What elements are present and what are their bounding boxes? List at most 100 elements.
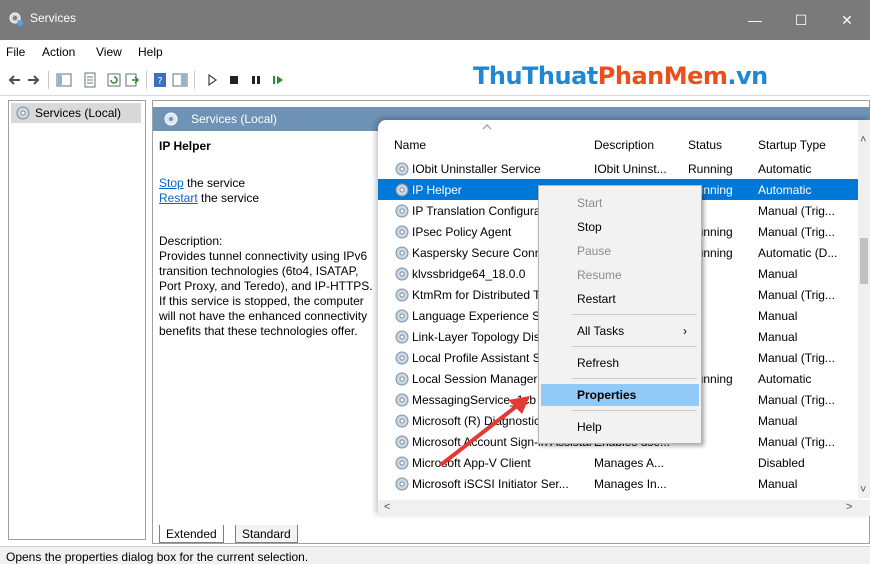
- services-gear-icon: [164, 112, 178, 126]
- cell-startup-type: Automatic: [758, 183, 812, 197]
- column-header-description[interactable]: Description: [594, 138, 654, 152]
- service-gear-icon: [395, 477, 409, 491]
- scroll-right-icon[interactable]: >: [846, 501, 852, 513]
- stop-link-text: the service: [183, 176, 246, 190]
- start-service-icon[interactable]: [204, 72, 220, 88]
- window-title: Services: [30, 11, 77, 25]
- menu-item-help[interactable]: Help: [541, 416, 699, 438]
- menu-item-start[interactable]: Start: [541, 192, 699, 214]
- tree-item-label: Services (Local): [35, 106, 122, 120]
- tab-extended[interactable]: Extended: [159, 525, 224, 543]
- cell-startup-type: Manual: [758, 309, 798, 323]
- cell-description: Manages A...: [594, 456, 665, 470]
- service-gear-icon: [395, 435, 409, 449]
- content-header-title: Services (Local): [191, 112, 278, 126]
- service-gear-icon: [395, 309, 409, 323]
- restart-service-link[interactable]: Restart: [159, 191, 198, 205]
- menu-item-restart[interactable]: Restart: [541, 288, 699, 310]
- properties-sheet-icon[interactable]: [82, 72, 98, 88]
- menu-separator: [571, 378, 697, 379]
- status-text: Opens the properties dialog box for the …: [6, 550, 309, 564]
- svg-text:?: ?: [157, 76, 162, 87]
- menu-separator: [571, 410, 697, 411]
- pause-service-icon[interactable]: [248, 72, 264, 88]
- cell-startup-type: Manual: [758, 267, 798, 281]
- service-gear-icon: [395, 225, 409, 239]
- cell-status: Running: [688, 162, 733, 176]
- scroll-down-icon[interactable]: ˅: [860, 484, 866, 496]
- menu-file[interactable]: File: [6, 45, 25, 59]
- column-header-status[interactable]: Status: [688, 138, 722, 152]
- scroll-up-icon[interactable]: ˄: [860, 134, 866, 146]
- cell-name: IObit Uninstaller Service: [412, 162, 541, 176]
- column-header-startup-type[interactable]: Startup Type: [758, 138, 826, 152]
- service-gear-icon: [395, 330, 409, 344]
- table-row[interactable]: IObit Uninstaller Service IObit Uninst...…: [378, 158, 858, 179]
- service-gear-icon: [395, 414, 409, 428]
- cell-startup-type: Manual: [758, 330, 798, 344]
- cell-startup-type: Manual (Trig...: [758, 225, 835, 239]
- sort-ascending-icon: [482, 124, 492, 130]
- cell-startup-type: Manual (Trig...: [758, 204, 835, 218]
- cell-startup-type: Manual (Trig...: [758, 288, 835, 302]
- console-tree-pane: Services (Local): [8, 100, 146, 540]
- watermark-logo: ThuThuatPhanMem.vn: [473, 62, 768, 90]
- service-gear-icon: [395, 456, 409, 470]
- cell-startup-type: Manual (Trig...: [758, 435, 835, 449]
- horizontal-scrollbar[interactable]: < >: [378, 500, 870, 516]
- service-gear-icon: [395, 393, 409, 407]
- service-gear-icon: [395, 183, 409, 197]
- stop-service-link[interactable]: Stop: [159, 176, 184, 190]
- service-gear-icon: [395, 288, 409, 302]
- cell-startup-type: Manual: [758, 477, 798, 491]
- help-icon[interactable]: ?: [152, 72, 168, 88]
- description-label: Description:: [159, 234, 223, 248]
- cell-startup-type: Automatic (D...: [758, 246, 838, 260]
- close-button[interactable]: ✕: [824, 0, 870, 40]
- menu-item-refresh[interactable]: Refresh: [541, 352, 699, 374]
- menu-separator: [571, 346, 697, 347]
- restart-service-icon[interactable]: [270, 72, 286, 88]
- maximize-button[interactable]: ☐: [778, 0, 824, 40]
- view-tabs: Extended Standard: [153, 523, 870, 545]
- tree-item-services-local[interactable]: Services (Local): [11, 103, 141, 123]
- forward-arrow-icon[interactable]: [26, 72, 42, 88]
- refresh-icon[interactable]: [106, 72, 122, 88]
- menu-item-properties[interactable]: Properties: [541, 384, 699, 406]
- menu-action[interactable]: Action: [42, 45, 75, 59]
- back-arrow-icon[interactable]: [6, 72, 22, 88]
- stop-service-icon[interactable]: [226, 72, 242, 88]
- service-details-panel: IP Helper Stop the service Restart the s…: [159, 139, 379, 339]
- console-tree-icon[interactable]: [56, 72, 72, 88]
- cell-startup-type: Manual (Trig...: [758, 351, 835, 365]
- cell-description: Manages In...: [594, 477, 667, 491]
- service-gear-icon: [395, 351, 409, 365]
- minimize-button[interactable]: —: [732, 0, 778, 40]
- service-gear-icon: [395, 162, 409, 176]
- tab-standard[interactable]: Standard: [235, 525, 298, 543]
- menu-item-all-tasks[interactable]: All Tasks ›: [541, 320, 699, 342]
- service-gear-icon: [395, 204, 409, 218]
- show-hide-action-pane-icon[interactable]: [172, 72, 188, 88]
- menu-help[interactable]: Help: [138, 45, 163, 59]
- menu-item-resume[interactable]: Resume: [541, 264, 699, 286]
- scroll-left-icon[interactable]: <: [384, 501, 390, 513]
- cell-startup-type: Disabled: [758, 456, 805, 470]
- service-gear-icon: [395, 246, 409, 260]
- column-header-name[interactable]: Name: [394, 138, 426, 152]
- cell-description: IObit Uninst...: [594, 162, 667, 176]
- vertical-scrollbar[interactable]: ˄ ˅: [858, 120, 870, 498]
- menu-separator: [571, 314, 697, 315]
- context-menu: Start Stop Pause Resume Restart All Task…: [538, 185, 702, 444]
- cell-startup-type: Manual: [758, 414, 798, 428]
- submenu-arrow-icon: ›: [683, 324, 687, 338]
- services-gear-icon: [16, 106, 30, 120]
- vertical-scroll-thumb[interactable]: [860, 238, 868, 284]
- menu-item-pause[interactable]: Pause: [541, 240, 699, 262]
- export-list-icon[interactable]: [124, 72, 140, 88]
- cell-startup-type: Automatic: [758, 372, 812, 386]
- menu-item-stop[interactable]: Stop: [541, 216, 699, 238]
- cell-startup-type: Manual (Trig...: [758, 393, 835, 407]
- menu-view[interactable]: View: [96, 45, 122, 59]
- service-gear-icon: [395, 267, 409, 281]
